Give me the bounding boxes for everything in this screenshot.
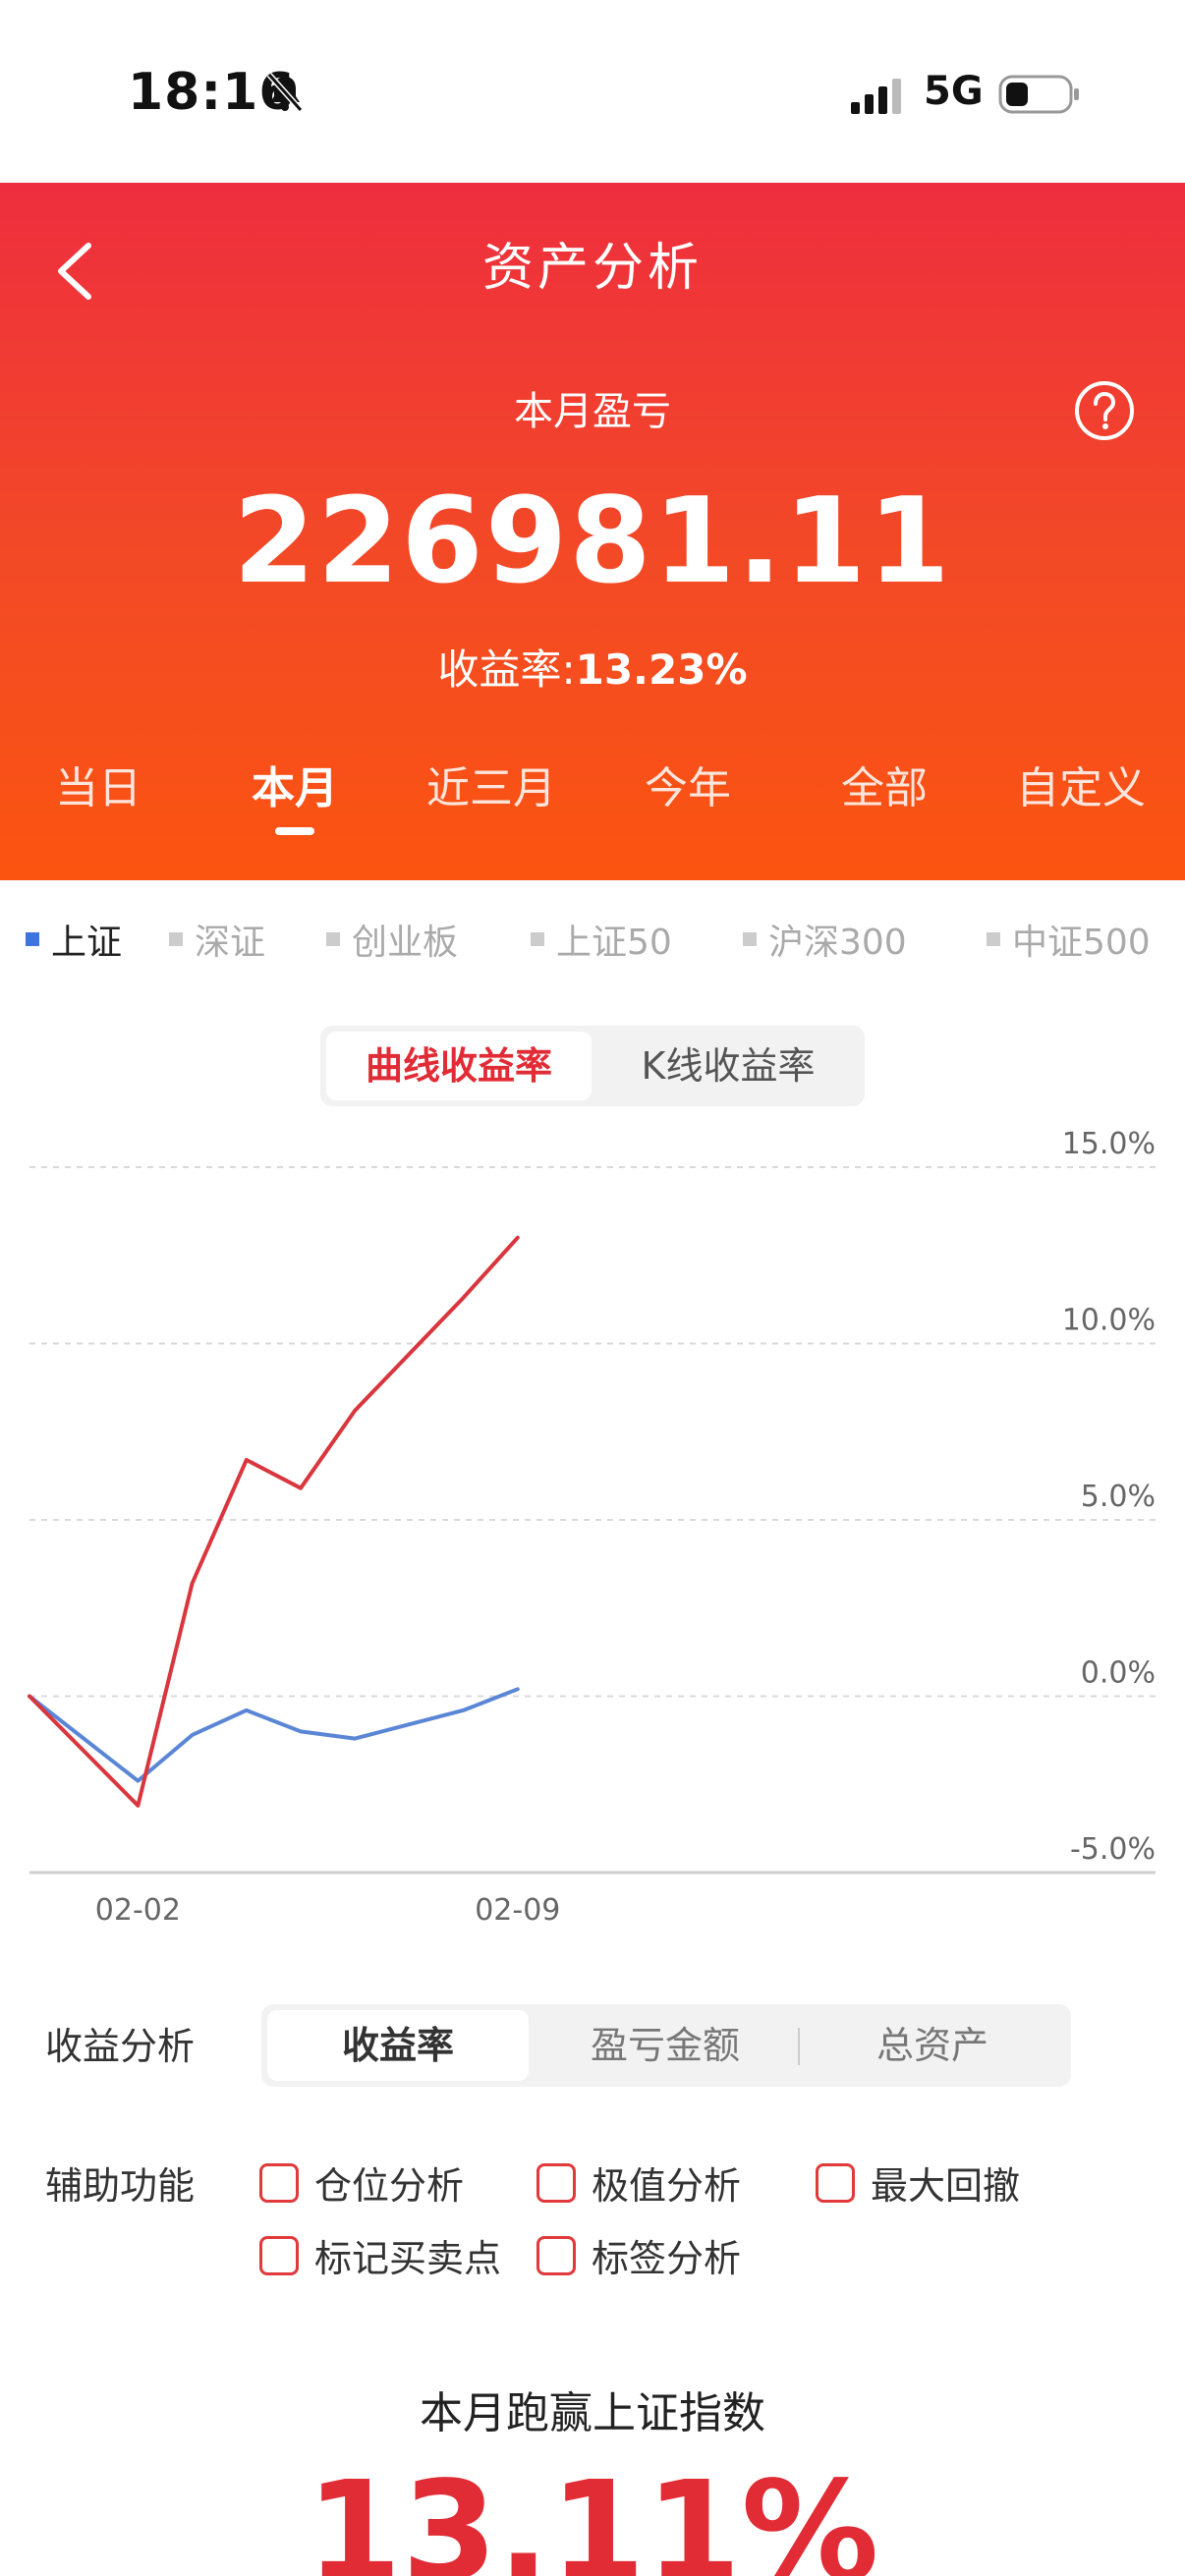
legend-marker [531,932,544,946]
y-tick-label: 5.0% [1081,1480,1156,1514]
y-tick-label: -5.0% [1070,1832,1156,1867]
legend-marker [26,932,39,946]
checkbox-extreme-analysis[interactable]: 极值分析 [536,2156,741,2210]
index-label: 上证50 [556,923,672,963]
index-label: 上证 [51,923,123,963]
checkbox-box [536,2162,576,2203]
index-selector: 上证 深证 创业板 上证50 沪深300 中证500 [0,914,1185,973]
index-csi500[interactable]: 中证500 [987,914,1151,965]
checkbox-label: 标记买卖点 [314,2237,502,2280]
outperform-value: 13.11% [306,2452,879,2576]
checkbox-position-analysis[interactable]: 仓位分析 [259,2156,464,2210]
kline-yield-option[interactable]: K线收益率 [597,1032,859,1100]
analysis-label: 收益分析 [45,2025,196,2068]
index-label: 创业板 [352,923,459,963]
tab-this-month[interactable]: 本月 [197,753,393,815]
legend-marker [326,932,340,946]
tab-today[interactable]: 当日 [0,753,197,815]
checkbox-mark-trades[interactable]: 标记买卖点 [259,2228,501,2282]
checkbox-box [816,2162,855,2203]
curve-yield-option[interactable]: 曲线收益率 [326,1032,592,1100]
index-label: 中证500 [1012,923,1151,963]
checkbox-tag-analysis[interactable]: 标签分析 [536,2228,741,2282]
index-sse50[interactable]: 上证50 [531,914,672,965]
legend-marker [169,932,183,946]
outperform-label: 本月跑赢上证指数 [420,2388,765,2438]
index-label: 深证 [195,923,266,963]
tab-custom[interactable]: 自定义 [983,753,1179,815]
checkbox-label: 仓位分析 [314,2164,465,2208]
yield-line-chart: 15.0%10.0%5.0%0.0%-5.0%02-0202-0902-23 [28,1127,1156,1928]
yield-rate: 收益率:13.23% [0,637,1185,697]
index-csi300[interactable]: 沪深300 [743,914,907,965]
pnl-label: 本月盈亏 [514,389,671,434]
y-tick-label: 15.0% [1062,1127,1156,1161]
aux-label: 辅助功能 [45,2164,196,2208]
period-tabs: 当日 本月 近三月 今年 全部 自定义 [0,753,1185,851]
index-label: 沪深300 [768,923,907,963]
index-shanghai[interactable]: 上证 [26,914,122,965]
segment-yield-rate[interactable]: 收益率 [267,2010,529,2081]
tab-this-year[interactable]: 今年 [590,753,786,815]
checkbox-box [259,2162,299,2203]
checkbox-label: 标签分析 [592,2237,742,2280]
silent-bell-icon [266,73,304,112]
index-shenzhen[interactable]: 深证 [169,914,265,965]
battery-icon [998,75,1079,114]
y-tick-label: 10.0% [1062,1304,1156,1338]
legend-marker [743,932,757,946]
index-chinext[interactable]: 创业板 [326,914,458,965]
network-type: 5G [924,69,984,114]
chart-type-toggle: 曲线收益率 K线收益率 [320,1026,865,1106]
checkbox-box [536,2235,576,2275]
analysis-segment: 收益率 盈亏金额 总资产 [261,2004,1071,2087]
tab-three-months[interactable]: 近三月 [393,753,590,815]
checkbox-label: 极值分析 [592,2164,742,2208]
checkbox-label: 最大回撤 [871,2164,1021,2208]
status-bar: 18:16 5G [0,0,1185,183]
segment-total-assets[interactable]: 总资产 [802,2010,1063,2081]
y-tick-label: 0.0% [1081,1656,1156,1691]
checkbox-max-drawdown[interactable]: 最大回撤 [816,2156,1020,2210]
x-tick-label: 02-02 [95,1893,181,1928]
page-title: 资产分析 [481,239,703,298]
index-series-line [28,1687,520,1783]
active-tab-indicator [275,827,314,835]
tab-all[interactable]: 全部 [786,753,983,815]
cellular-signal-icon [851,79,901,114]
summary-header: 资产分析 本月盈亏 226981.11 收益率:13.23% 当日 本月 近三月… [0,183,1185,880]
segment-divider [798,2028,800,2065]
checkbox-box [259,2235,299,2275]
legend-marker [987,932,1000,946]
yield-prefix: 收益率: [437,645,576,694]
yield-value: 13.23% [575,645,748,694]
pnl-value: 226981.11 [233,474,952,610]
segment-pnl-amount[interactable]: 盈亏金额 [535,2010,796,2081]
x-tick-label: 02-09 [475,1893,560,1928]
